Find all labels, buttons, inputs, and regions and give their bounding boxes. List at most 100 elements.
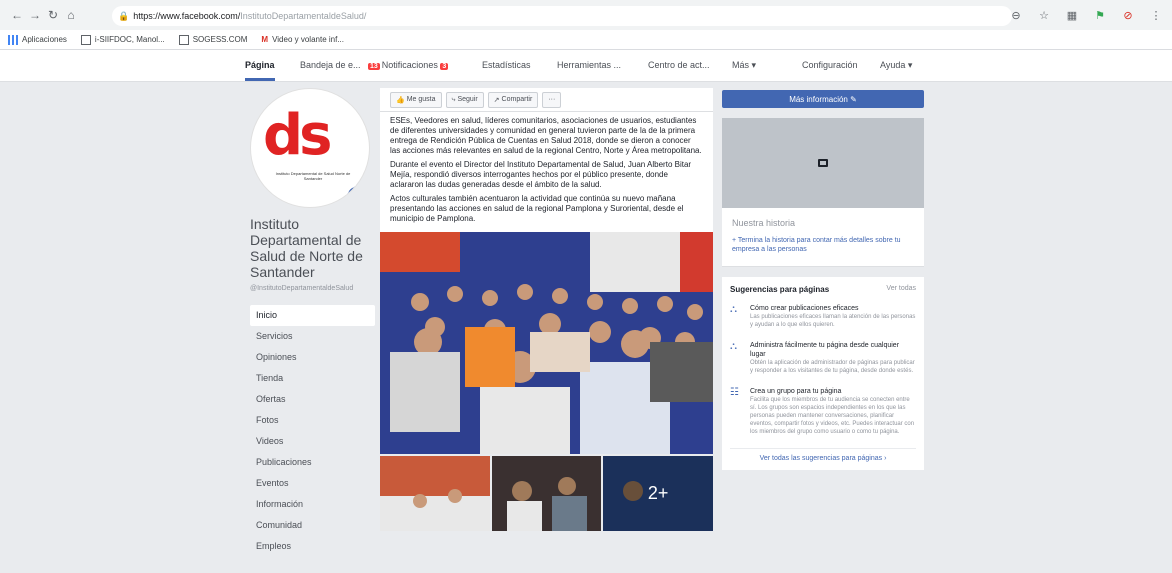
suggestions-card: Sugerencias para páginas Ver todas ⛬ Cóm… — [722, 277, 924, 470]
notifications-badge: 13 — [368, 63, 380, 70]
sidebar-item-informacion[interactable]: Información — [250, 494, 375, 515]
left-column: ds Instituto Departamental de Salud Nort… — [250, 88, 375, 557]
logo-subtitle: Instituto Departamental de Salud Norte d… — [275, 171, 351, 181]
sidebar-item-videos[interactable]: Videos — [250, 431, 375, 452]
tab-ayuda[interactable]: Ayuda ▾ — [880, 60, 912, 71]
tab-bandeja[interactable]: Bandeja de e... — [300, 60, 361, 70]
tab-notificaciones-label: Notificaciones — [381, 60, 438, 70]
post-paragraph: ESEs, Veedores en salud, líderes comunit… — [390, 116, 702, 155]
page-title[interactable]: Instituto Departamental de Salud de Nort… — [250, 216, 375, 280]
right-column: Más información ✎ Nuestra historia + Ter… — [722, 90, 924, 470]
all-suggestions-link[interactable]: Ver todas las sugerencias para páginas › — [730, 448, 916, 462]
story-card: Nuestra historia + Termina la historia p… — [722, 208, 924, 267]
suggestion-title: Crea un grupo para tu página — [750, 388, 842, 395]
share-label: Compartir — [501, 96, 533, 103]
sidebar-item-fotos[interactable]: Fotos — [250, 410, 375, 431]
suggestion-item[interactable]: ☷ Crea un grupo para tu página Facilita … — [730, 387, 916, 436]
post-text: ESEs, Veedores en salud, líderes comunit… — [380, 112, 713, 232]
megaphone-icon: ⛬ — [730, 304, 737, 315]
bookmark-label: Video y volante inf... — [272, 35, 344, 44]
sidebar-item-empleos[interactable]: Empleos — [250, 536, 375, 557]
menu-icon[interactable]: ⋮ — [1148, 7, 1164, 23]
add-photo-icon[interactable]: + — [346, 185, 366, 205]
page-handle[interactable]: @InstitutoDepartamentaldeSalud — [250, 284, 375, 293]
adblock-icon[interactable]: ⊘ — [1120, 7, 1136, 23]
post-photo-thumb[interactable] — [380, 456, 490, 531]
post-paragraph: Actos culturales también acentuaron la a… — [390, 194, 684, 223]
post-photo-row: 2+ — [380, 456, 714, 531]
sidebar-item-publicaciones[interactable]: Publicaciones — [250, 452, 375, 473]
url-path: InstitutoDepartamentaldeSalud/ — [240, 11, 367, 21]
apps-icon — [8, 34, 18, 45]
post-photo-thumb-more[interactable]: 2+ — [603, 456, 714, 531]
post-paragraph: Durante el evento el Director del Instit… — [390, 160, 692, 189]
suggestion-item[interactable]: ⛬ Administra fácilmente tu página desde … — [730, 341, 916, 375]
zoom-icon[interactable]: ⊖ — [1008, 7, 1024, 23]
extension-badge-icon[interactable]: ⚑ — [1092, 7, 1108, 23]
suggestion-desc: Facilita que los miembros de tu audienci… — [750, 397, 915, 435]
story-title: Nuestra historia — [732, 218, 796, 228]
bookmark-apps[interactable]: Aplicaciones — [8, 34, 67, 45]
suggestion-title: Cómo crear publicaciones eficaces — [750, 305, 859, 312]
tab-notificaciones[interactable]: 13 Notificaciones 3 — [368, 60, 450, 70]
suggestions-title: Sugerencias para páginas — [730, 285, 830, 294]
address-bar[interactable]: 🔒 https://www.facebook.com/InstitutoDepa… — [112, 6, 1012, 26]
forward-icon[interactable]: → — [26, 6, 44, 24]
post-photo-thumb[interactable] — [491, 456, 602, 531]
browser-toolbar: ← → ↻ ⌂ 🔒 https://www.facebook.com/Insti… — [0, 0, 1172, 30]
notifications-count: 3 — [440, 63, 449, 70]
page-icon — [80, 34, 91, 45]
tab-estadisticas[interactable]: Estadísticas — [482, 60, 531, 70]
tab-herramientas[interactable]: Herramientas ... — [557, 60, 621, 70]
sidebar-item-servicios[interactable]: Servicios — [250, 326, 375, 347]
center-column: 👍 Me gusta ⤷ Seguir ↗ Compartir ··· ESEs, V… — [380, 88, 714, 531]
sidebar-item-inicio[interactable]: Inicio — [250, 305, 375, 326]
photo-thumb-image — [491, 456, 602, 531]
bookmark-item[interactable]: M Video y volante inf... — [261, 35, 344, 44]
bookmark-label: i-SIIFDOC, Manol... — [94, 35, 165, 44]
more-button[interactable]: ··· — [542, 91, 562, 108]
url-host: https://www.facebook.com/ — [133, 11, 241, 21]
photo-thumb-image — [380, 456, 490, 531]
suggestion-item[interactable]: ⛬ Cómo crear publicaciones eficaces Las … — [730, 304, 916, 329]
audience-photo — [380, 232, 713, 454]
suggestion-desc: Las publicaciones eficaces llaman la ate… — [750, 314, 916, 328]
page-icon — [178, 34, 189, 45]
group-icon: ☷ — [730, 387, 739, 398]
more-info-button[interactable]: Más información ✎ — [722, 90, 924, 108]
page-side-nav: Inicio Servicios Opiniones Tienda Oferta… — [250, 305, 375, 557]
share-icon: ↗ — [493, 96, 500, 104]
bookmark-item[interactable]: SOGESS.COM — [178, 34, 247, 45]
tab-configuracion[interactable]: Configuración — [802, 60, 858, 70]
page-action-bar: 👍 Me gusta ⤷ Seguir ↗ Compartir ··· — [380, 88, 713, 112]
extension-icon[interactable]: ▦ — [1064, 7, 1080, 23]
profile-picture[interactable]: ds Instituto Departamental de Salud Nort… — [250, 88, 370, 208]
sidebar-item-ofertas[interactable]: Ofertas — [250, 389, 375, 410]
like-label: Me gusta — [406, 96, 436, 103]
like-button[interactable]: 👍 Me gusta — [390, 91, 442, 108]
sidebar-item-tienda[interactable]: Tienda — [250, 368, 375, 389]
story-link[interactable]: + Termina la historia para contar más de… — [732, 236, 914, 254]
sidebar-item-eventos[interactable]: Eventos — [250, 473, 375, 494]
home-icon[interactable]: ⌂ — [62, 6, 80, 24]
reload-icon[interactable]: ↻ — [44, 6, 62, 24]
suggestion-title: Administra fácilmente tu página desde cu… — [750, 342, 900, 358]
bookmark-label: Aplicaciones — [22, 35, 67, 44]
follow-button[interactable]: ⤷ Seguir — [445, 91, 484, 108]
sidebar-item-opiniones[interactable]: Opiniones — [250, 347, 375, 368]
post-photo-main[interactable] — [380, 232, 713, 454]
share-button[interactable]: ↗ Compartir — [487, 91, 539, 108]
image-icon — [818, 159, 828, 167]
tab-centro[interactable]: Centro de act... — [648, 60, 710, 70]
gmail-icon: M — [261, 35, 269, 44]
star-icon[interactable]: ☆ — [1036, 7, 1052, 23]
tab-pagina[interactable]: Página — [245, 60, 275, 70]
follow-icon: ⤷ — [451, 95, 456, 103]
cover-photo-placeholder[interactable] — [722, 118, 924, 208]
bookmark-item[interactable]: i-SIIFDOC, Manol... — [80, 34, 165, 45]
see-all-link[interactable]: Ver todas — [886, 285, 916, 294]
back-icon[interactable]: ← — [8, 6, 26, 24]
tab-mas[interactable]: Más ▾ — [732, 60, 756, 71]
more-photos-count: 2+ — [603, 456, 714, 531]
sidebar-item-comunidad[interactable]: Comunidad — [250, 515, 375, 536]
